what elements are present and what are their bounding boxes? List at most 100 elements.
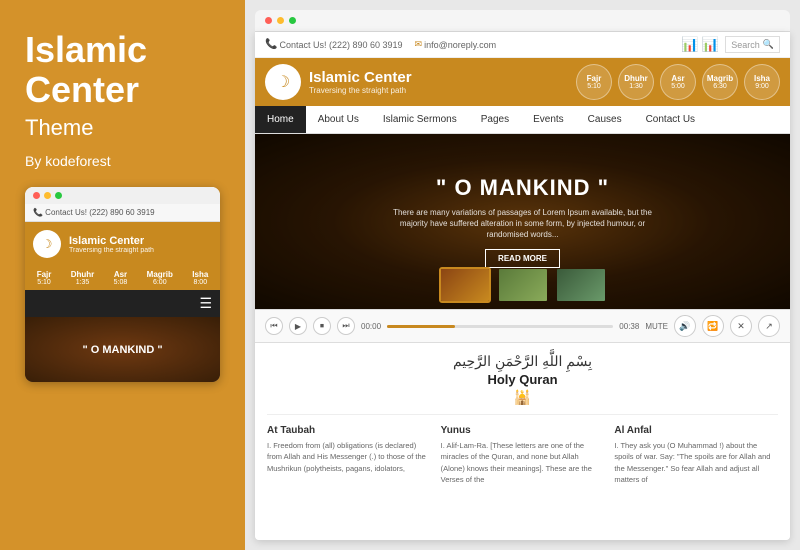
thumb-3[interactable] [555,267,607,303]
prayer-fajr: Fajr 5:10 [576,64,612,100]
col-text-3: I. They ask you (O Muhammad !) about the… [614,440,778,485]
mobile-prayer-dhuhr: Dhuhr 1:35 [71,270,95,286]
nav-pages[interactable]: Pages [469,106,521,133]
mobile-dot-yellow [44,192,51,199]
mute-label: MUTE [645,322,668,331]
next-button[interactable]: ⏭ [337,317,355,335]
site-topbar: 📞 Contact Us! (222) 890 60 3919 ✉ info@n… [255,32,790,58]
nav-causes[interactable]: Causes [576,106,634,133]
mobile-prayer-isha: Isha 8:00 [192,270,208,286]
browser-chrome [255,10,790,32]
mobile-logo-circle: ☽ [33,230,61,258]
mobile-topbar: 📞 Contact Us! (222) 890 60 3919 [25,204,220,222]
browser-dot-red [265,17,272,24]
browser-dot-green [289,17,296,24]
stop-button[interactable]: ⏹ [313,317,331,335]
col-al-anfal: Al Anfal I. They ask you (O Muhammad !) … [614,425,778,485]
mobile-logo-area: ☽ Islamic Center Traversing the straight… [25,222,220,266]
nav-about[interactable]: About Us [306,106,371,133]
theme-subtitle: Theme [25,115,220,141]
content-columns: At Taubah I. Freedom from (all) obligati… [267,425,778,485]
col-text-1: I. Freedom from (all) obligations (is de… [267,440,431,474]
col-title-3: Al Anfal [614,425,778,436]
mobile-prayer-row: Fajr 5:10 Dhuhr 1:35 Asr 5:08 Magrib 6:0… [25,266,220,290]
mobile-dot-green [55,192,62,199]
hero-description: There are many variations of passages of… [383,207,663,241]
col-text-2: I. Alif-Lam-Ra. [These letters are one o… [441,440,605,485]
col-title-2: Yunus [441,425,605,436]
site-name: Islamic Center [309,69,412,86]
topbar-email: ✉ info@noreply.com [415,39,497,50]
nav-sermons[interactable]: Islamic Sermons [371,106,469,133]
prev-button[interactable]: ⏮ [265,317,283,335]
mobile-prayer-fajr: Fajr 5:10 [37,270,52,286]
mobile-nav-icon: ☰ [25,290,220,317]
col-title-1: At Taubah [267,425,431,436]
site-logo-area: ☽ Islamic Center Traversing the straight… [265,64,412,100]
nav-home[interactable]: Home [255,106,306,133]
site-nav: Home About Us Islamic Sermons Pages Even… [255,106,790,134]
browser-window: 📞 Contact Us! (222) 890 60 3919 ✉ info@n… [255,32,790,540]
site-tagline: Traversing the straight path [309,86,412,95]
col-at-taubah: At Taubah I. Freedom from (all) obligati… [267,425,431,485]
site-hero: " O MANKIND " There are many variations … [255,134,790,309]
topbar-left: 📞 Contact Us! (222) 890 60 3919 ✉ info@n… [265,39,496,50]
mobile-dot-red [33,192,40,199]
hero-content: " O MANKIND " There are many variations … [383,175,663,269]
thumb-img-1 [441,269,489,301]
mobile-hero-text: " O MANKIND " [82,344,162,356]
share-button[interactable]: ↗ [758,315,780,337]
mobile-preview: 📞 Contact Us! (222) 890 60 3919 ☽ Islami… [25,187,220,382]
quran-icon: 🕌 [267,389,778,406]
quran-section: بِسْمِ اللَّهِ الرَّحْمَنِ الرَّحِيم Hol… [267,353,778,415]
mobile-contact: 📞 Contact Us! (222) 890 60 3919 [33,208,155,217]
search-icon: 🔍 [763,39,774,50]
prayer-isha: Isha 9:00 [744,64,780,100]
mobile-prayer-asr: Asr 5:08 [114,270,128,286]
topbar-right: 📊 📊 Search 🔍 [681,36,780,53]
phone-icon: 📞 [265,39,277,50]
topbar-contact: 📞 Contact Us! (222) 890 60 3919 [265,39,403,50]
play-button[interactable]: ▶ [289,317,307,335]
mobile-tagline: Traversing the straight path [69,247,154,254]
theme-title: IslamicCenter [25,30,220,109]
mobile-hero: " O MANKIND " [25,317,220,382]
thumb-1[interactable] [439,267,491,303]
player-right-controls: MUTE 🔊 🔁 ✕ ↗ [645,315,780,337]
social-icons: 📊 📊 [681,36,719,53]
site-header: ☽ Islamic Center Traversing the straight… [255,58,790,106]
volume-button[interactable]: 🔊 [674,315,696,337]
repeat-button[interactable]: 🔁 [702,315,724,337]
site-content: بِسْمِ اللَّهِ الرَّحْمَنِ الرَّحِيم Hol… [255,343,790,540]
search-box[interactable]: Search 🔍 [725,36,780,53]
mobile-logo-text: Islamic Center Traversing the straight p… [69,235,154,254]
time-end: 00:38 [619,322,639,331]
prayer-magrib: Magrib 6:30 [702,64,738,100]
hero-cta-button[interactable]: READ MORE [485,249,560,268]
prayer-asr: Asr 5:00 [660,64,696,100]
close-button[interactable]: ✕ [730,315,752,337]
right-panel: 📞 Contact Us! (222) 890 60 3919 ✉ info@n… [245,0,800,550]
progress-bar[interactable] [387,325,613,328]
hamburger-icon: ☰ [199,295,212,312]
social-icon-2: 📊 [702,36,719,53]
prayer-times-row: Fajr 5:10 Dhuhr 1:30 Asr 5:00 Magrib 6:3… [576,64,780,100]
hero-thumbnails [439,267,607,303]
email-icon: ✉ [415,39,423,50]
col-yunus: Yunus I. Alif-Lam-Ra. [These letters are… [441,425,605,485]
mobile-prayer-magrib: Magrib 6:00 [147,270,173,286]
left-panel: IslamicCenter Theme By kodeforest 📞 Cont… [0,0,245,550]
nav-events[interactable]: Events [521,106,576,133]
prayer-dhuhr: Dhuhr 1:30 [618,64,654,100]
logo-symbol: ☽ [276,72,290,92]
thumb-2[interactable] [497,267,549,303]
time-start: 00:00 [361,322,381,331]
mobile-chrome-bar [25,187,220,204]
mobile-site-name: Islamic Center [69,235,154,247]
audio-player: ⏮ ▶ ⏹ ⏭ 00:00 00:38 MUTE 🔊 🔁 ✕ ↗ [255,309,790,343]
theme-author: By kodeforest [25,153,220,169]
arabic-text: بِسْمِ اللَّهِ الرَّحْمَنِ الرَّحِيم [267,353,778,370]
site-logo-text: Islamic Center Traversing the straight p… [309,69,412,95]
thumb-img-2 [499,269,547,301]
nav-contact[interactable]: Contact Us [634,106,707,133]
